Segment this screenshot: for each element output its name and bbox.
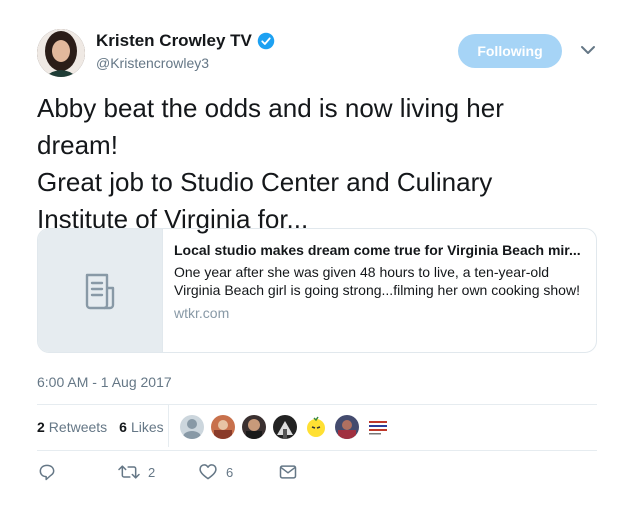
liker-photo: [273, 415, 297, 439]
likes-count: 6: [119, 419, 127, 435]
likes-stat[interactable]: 6 Likes: [119, 419, 163, 435]
tweet-actions: 2 6: [37, 462, 298, 482]
author-name-row: Kristen Crowley TV: [96, 31, 275, 51]
card-description-line: One year after she was given 48 hours to…: [174, 264, 550, 280]
retweets-label: Retweets: [48, 419, 108, 435]
liker-photo: [304, 415, 328, 439]
heart-icon: [199, 464, 217, 480]
link-card[interactable]: Local studio makes dream come true for V…: [37, 228, 597, 353]
likes-label: Likes: [130, 419, 164, 435]
liker-avatar[interactable]: [242, 415, 266, 439]
tweet-text-line: Abby beat the odds and is now living her: [37, 93, 504, 123]
liker-avatar[interactable]: [180, 415, 204, 439]
liker-avatar[interactable]: [273, 415, 297, 439]
stats-top-divider: [37, 404, 597, 405]
tweet-text: Abby beat the odds and is now living her…: [37, 90, 597, 238]
author-avatar[interactable]: [37, 29, 85, 77]
card-body: Local studio makes dream come true for V…: [163, 229, 596, 352]
retweet-button[interactable]: 2: [118, 462, 198, 482]
liker-avatar[interactable]: [335, 415, 359, 439]
card-domain: wtkr.com: [174, 305, 230, 321]
card-title: Local studio makes dream come true for V…: [174, 242, 581, 258]
card-description-line: Virginia Beach girl is going strong...fi…: [174, 282, 580, 298]
tweet-text-line: dream!: [37, 130, 118, 160]
avatar-image: [37, 29, 85, 77]
card-description: One year after she was given 48 hours to…: [174, 263, 590, 299]
liker-photo: [335, 415, 359, 439]
mail-icon: [279, 465, 297, 479]
author-handle[interactable]: @Kristencrowley3: [96, 55, 209, 71]
reply-button[interactable]: [37, 462, 118, 482]
verified-badge-icon: [257, 32, 275, 50]
stats-bottom-divider: [37, 450, 597, 451]
reply-icon: [39, 464, 55, 481]
like-count: 6: [226, 464, 234, 480]
chevron-down-icon[interactable]: [580, 44, 596, 56]
like-button[interactable]: 6: [198, 462, 278, 482]
liker-photo: [242, 415, 266, 439]
liker-avatar[interactable]: [304, 415, 328, 439]
liker-avatar[interactable]: [366, 415, 390, 439]
retweets-count: 2: [37, 419, 45, 435]
retweets-stat[interactable]: 2 Retweets: [37, 419, 107, 435]
direct-message-button[interactable]: [278, 462, 298, 482]
tweet-stats: 2 Retweets 6 Likes: [37, 419, 164, 435]
liker-photo: [211, 415, 235, 439]
stats-separator: [168, 405, 169, 447]
tweet-timestamp[interactable]: 6:00 AM - 1 Aug 2017: [37, 374, 172, 390]
author-name[interactable]: Kristen Crowley TV: [96, 31, 252, 51]
liker-avatar[interactable]: [211, 415, 235, 439]
document-icon: [85, 273, 115, 309]
following-button[interactable]: Following: [458, 34, 562, 68]
retweet-icon: [118, 465, 140, 479]
card-thumbnail: [38, 229, 163, 352]
liker-avatars: [180, 415, 397, 439]
tweet-text-line: Great job to Studio Center and Culinary: [37, 167, 493, 197]
default-avatar-image: [180, 415, 204, 439]
liker-logo-image: [366, 415, 390, 439]
retweet-count: 2: [148, 464, 156, 480]
